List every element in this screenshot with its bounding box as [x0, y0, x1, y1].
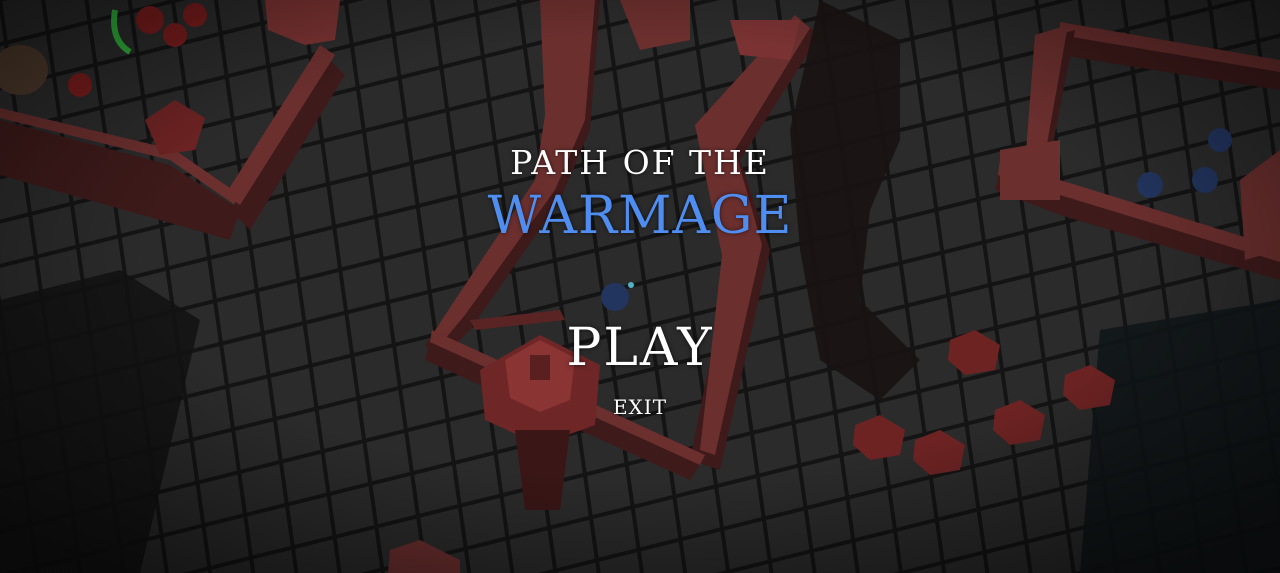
- game-title-line1: PATH OF THE: [510, 143, 770, 182]
- vignette-overlay: [0, 0, 1280, 573]
- play-button[interactable]: PLAY: [566, 318, 713, 378]
- play-button-row: PLAY: [0, 318, 1280, 378]
- game-title-line2: WARMAGE: [487, 186, 793, 246]
- exit-button-row: EXIT: [0, 395, 1280, 419]
- exit-button[interactable]: EXIT: [613, 395, 667, 419]
- game-scene-background: [0, 0, 1280, 573]
